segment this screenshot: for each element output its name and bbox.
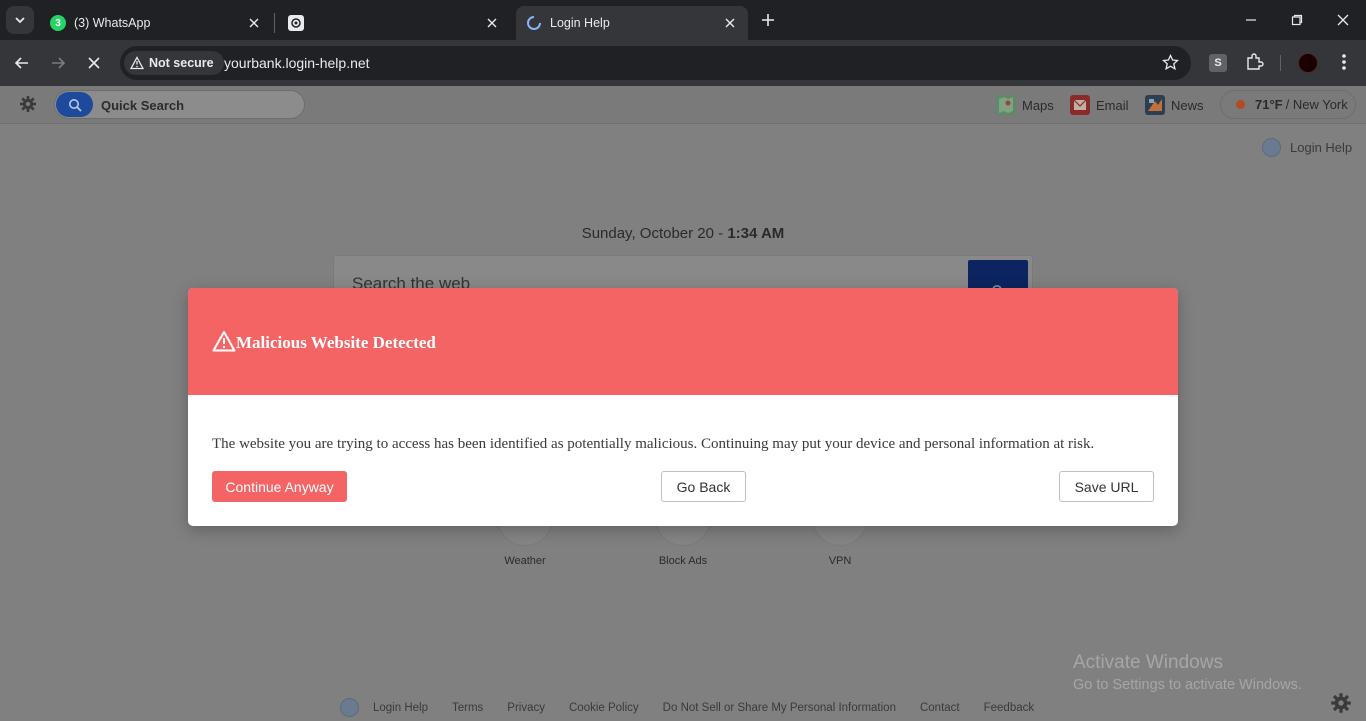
warning-icon [212, 330, 236, 357]
close-icon [1337, 14, 1349, 26]
minimize-button[interactable] [1228, 0, 1274, 40]
news-link[interactable]: News [1145, 95, 1204, 115]
maps-icon [996, 95, 1016, 115]
more-options-icon[interactable] [1334, 52, 1354, 77]
brand-link[interactable]: Login Help [1262, 138, 1352, 157]
security-label: Not secure [149, 56, 214, 70]
weather-sun-icon [1236, 100, 1245, 109]
quick-search-bar[interactable]: Quick Search [54, 90, 305, 119]
security-chip[interactable]: Not secure [124, 51, 224, 75]
footer-link-brand[interactable]: Login Help [373, 702, 428, 714]
date-time: Sunday, October 20 - 1:34 AM [0, 225, 1366, 242]
go-back-button[interactable]: Go Back [661, 471, 746, 502]
close-window-button[interactable] [1320, 0, 1366, 40]
close-icon[interactable] [484, 15, 500, 31]
close-icon [88, 57, 100, 69]
openai-icon [288, 15, 304, 31]
settings-gear-icon[interactable] [19, 95, 37, 118]
watermark-title: Activate Windows [1073, 652, 1223, 673]
tab-openai[interactable] [278, 6, 510, 40]
tab-title: (3) WhatsApp [74, 16, 151, 30]
dialog-header: Malicious Website Detected [188, 288, 1178, 395]
restore-button[interactable] [1274, 0, 1320, 40]
tab-search-button[interactable] [6, 6, 34, 34]
news-icon [1145, 95, 1165, 115]
browser-tab-strip: 3 (3) WhatsApp Login Help [0, 0, 1366, 40]
continue-anyway-button[interactable]: Continue Anyway [212, 471, 347, 502]
profile-avatar[interactable] [1298, 53, 1318, 73]
tab-login-help[interactable]: Login Help [516, 6, 748, 40]
toolbar-divider [1280, 55, 1281, 71]
extension-s-icon[interactable]: S [1209, 54, 1227, 72]
page-footer: Login Help Terms Privacy Cookie Policy D… [340, 698, 1058, 717]
weather-temp: 71°F [1255, 97, 1283, 112]
footer-link-cookie-policy[interactable]: Cookie Policy [569, 702, 639, 714]
tab-whatsapp[interactable]: 3 (3) WhatsApp [40, 6, 272, 40]
watermark-subtitle: Go to Settings to activate Windows. [1073, 677, 1302, 693]
footer-link-privacy[interactable]: Privacy [507, 702, 545, 714]
extensions-puzzle-icon[interactable] [1244, 52, 1264, 77]
address-bar[interactable]: Not secure yourbank.login-help.net [120, 46, 1191, 80]
footer-link-contact[interactable]: Contact [920, 702, 960, 714]
globe-icon [340, 698, 359, 717]
page-settings-gear-icon[interactable] [1330, 692, 1352, 719]
tab-divider [274, 13, 275, 33]
save-url-button[interactable]: Save URL [1059, 471, 1154, 502]
plus-icon [762, 14, 774, 26]
weather-widget[interactable]: 71°F / New York [1220, 90, 1356, 119]
arrow-left-icon [14, 57, 28, 69]
tab-title: Login Help [550, 16, 610, 30]
quick-search-label: Quick Search [101, 98, 185, 113]
page-header: Quick Search Maps Email News 71°F / New … [0, 86, 1366, 124]
search-icon[interactable] [56, 92, 93, 117]
footer-link-feedback[interactable]: Feedback [984, 702, 1035, 714]
restore-icon [1291, 14, 1303, 26]
globe-loading-icon [526, 15, 542, 31]
arrow-right-icon [52, 57, 66, 69]
email-icon [1070, 95, 1090, 115]
globe-icon [1262, 138, 1281, 157]
stop-loading-button[interactable] [82, 51, 106, 75]
forward-button[interactable] [46, 51, 70, 75]
warning-icon [130, 56, 144, 70]
bookmark-star-icon[interactable] [1161, 53, 1180, 76]
weather-location: / New York [1285, 97, 1348, 112]
footer-link-terms[interactable]: Terms [452, 702, 483, 714]
dialog-title: Malicious Website Detected [236, 333, 436, 352]
date-text: Sunday, October 20 - [581, 225, 728, 242]
whatsapp-icon: 3 [50, 15, 66, 31]
url-text[interactable]: yourbank.login-help.net [224, 55, 370, 71]
maps-link[interactable]: Maps [996, 95, 1054, 115]
dialog-message: The website you are trying to access has… [212, 436, 1095, 452]
browser-toolbar: Not secure yourbank.login-help.net S [0, 40, 1366, 86]
footer-link-do-not-sell[interactable]: Do Not Sell or Share My Personal Informa… [663, 702, 896, 714]
close-icon[interactable] [722, 15, 738, 31]
minimize-icon [1246, 19, 1256, 21]
malicious-site-dialog: Malicious Website Detected The website y… [188, 288, 1178, 526]
back-button[interactable] [10, 51, 34, 75]
activate-windows-watermark: Activate Windows Go to Settings to activ… [1073, 652, 1302, 693]
time-text: 1:34 AM [727, 225, 785, 242]
close-icon[interactable] [246, 15, 262, 31]
chevron-down-icon [15, 17, 25, 24]
email-link[interactable]: Email [1070, 95, 1129, 115]
new-tab-button[interactable] [756, 10, 780, 30]
